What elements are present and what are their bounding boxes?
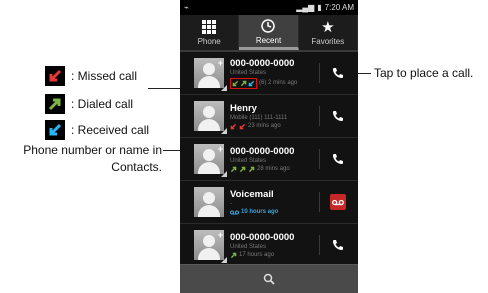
voicemail-icon [332, 199, 344, 205]
battery-icon: ▮ [317, 3, 322, 12]
search-bar[interactable] [180, 264, 358, 293]
status-bar: ⌁ ▂▄▆ ▮ 7:20 AM [180, 0, 358, 15]
call-sub: United States [230, 69, 267, 76]
tab-phone[interactable]: Phone [180, 15, 240, 50]
list-item[interactable]: + 000-0000-0000 United States 17 hours a… [180, 224, 358, 267]
clock-icon [261, 18, 276, 34]
dialed-call-icon [239, 166, 246, 172]
tab-bar: Phone Recent ★ Favorites [180, 15, 358, 52]
phone-screen: ⌁ ▂▄▆ ▮ 7:20 AM Phone Recent ★ Favorites… [180, 0, 358, 293]
dialed-call-icon [240, 80, 247, 86]
avatar [194, 101, 227, 134]
voicemail-icon [230, 210, 239, 214]
call-name: 000-0000-0000 [230, 57, 295, 69]
call-time: 10 hours ago [241, 209, 279, 215]
avatar: + [194, 58, 227, 91]
phone-icon [333, 111, 343, 121]
received-call-icon [45, 120, 65, 140]
list-item[interactable]: Voicemail - 10 hours ago [180, 181, 358, 224]
legend-missed-label: : Missed call [71, 69, 138, 83]
call-sub: - [230, 201, 232, 207]
received-call-icon [248, 80, 255, 86]
call-button[interactable] [326, 104, 350, 128]
call-button[interactable] [326, 233, 350, 257]
avatar: + [194, 230, 227, 263]
callout-place-call: Tap to place a call. [374, 66, 474, 80]
missed-call-icon [230, 123, 237, 129]
search-icon [263, 273, 275, 285]
call-name: Henry [230, 102, 257, 114]
avatar [194, 187, 224, 217]
phone-icon [333, 154, 343, 164]
status-time: 7:20 AM [324, 3, 354, 12]
legend-received: : Received call [45, 120, 149, 140]
notification-icon: ⌁ [184, 3, 189, 12]
call-name: 000-0000-0000 [230, 145, 295, 157]
dialed-call-icon [45, 94, 65, 114]
list-item[interactable]: Henry Mobile (111) 111-1111 23 mins ago [180, 95, 358, 138]
legend-dialed: : Dialed call [45, 94, 133, 114]
call-name: Voicemail [230, 189, 274, 200]
recent-call-list: + 000-0000-0000 United States (6) 2 mins… [180, 52, 358, 267]
phone-icon [333, 68, 343, 78]
signal-icon: ▂▄▆ [296, 3, 315, 12]
missed-call-icon [45, 66, 65, 86]
dialed-call-icon [230, 252, 237, 258]
tab-recent-label: Recent [255, 35, 282, 45]
call-sub: United States [230, 243, 267, 250]
call-type-icons [230, 77, 257, 89]
list-item[interactable]: + 000-0000-0000 United States (6) 2 mins… [180, 52, 358, 95]
legend-dialed-label: : Dialed call [71, 97, 134, 111]
tab-recent[interactable]: Recent [239, 15, 299, 50]
call-name: 000-0000-0000 [230, 231, 295, 243]
tab-favorites[interactable]: ★ Favorites [299, 15, 358, 50]
avatar: + [194, 144, 227, 177]
tab-phone-label: Phone [197, 37, 221, 46]
phone-icon [333, 240, 343, 250]
voicemail-button[interactable] [330, 194, 346, 210]
missed-call-icon [239, 123, 246, 129]
call-sub: Mobile (111) 111-1111 [230, 114, 288, 121]
star-icon: ★ [321, 19, 335, 36]
received-call-icon [232, 80, 239, 86]
call-time: 28 mins ago [257, 166, 290, 172]
dialed-call-icon [248, 166, 255, 172]
call-sub: United States [230, 157, 267, 164]
list-item[interactable]: + 000-0000-0000 United States 28 mins ag… [180, 138, 358, 181]
call-button[interactable] [326, 147, 350, 171]
call-time: (6) 2 mins ago [259, 80, 298, 86]
tab-favorites-label: Favorites [311, 37, 345, 46]
call-button[interactable] [326, 61, 350, 85]
call-time: 17 hours ago [239, 252, 275, 258]
callout-contact-name: Phone number or name in Contacts. [23, 143, 162, 174]
dialed-call-icon [230, 166, 237, 172]
legend-missed: : Missed call [45, 66, 137, 86]
call-time: 23 mins ago [248, 123, 281, 129]
grid-icon [202, 19, 217, 35]
legend-received-label: : Received call [71, 123, 150, 137]
